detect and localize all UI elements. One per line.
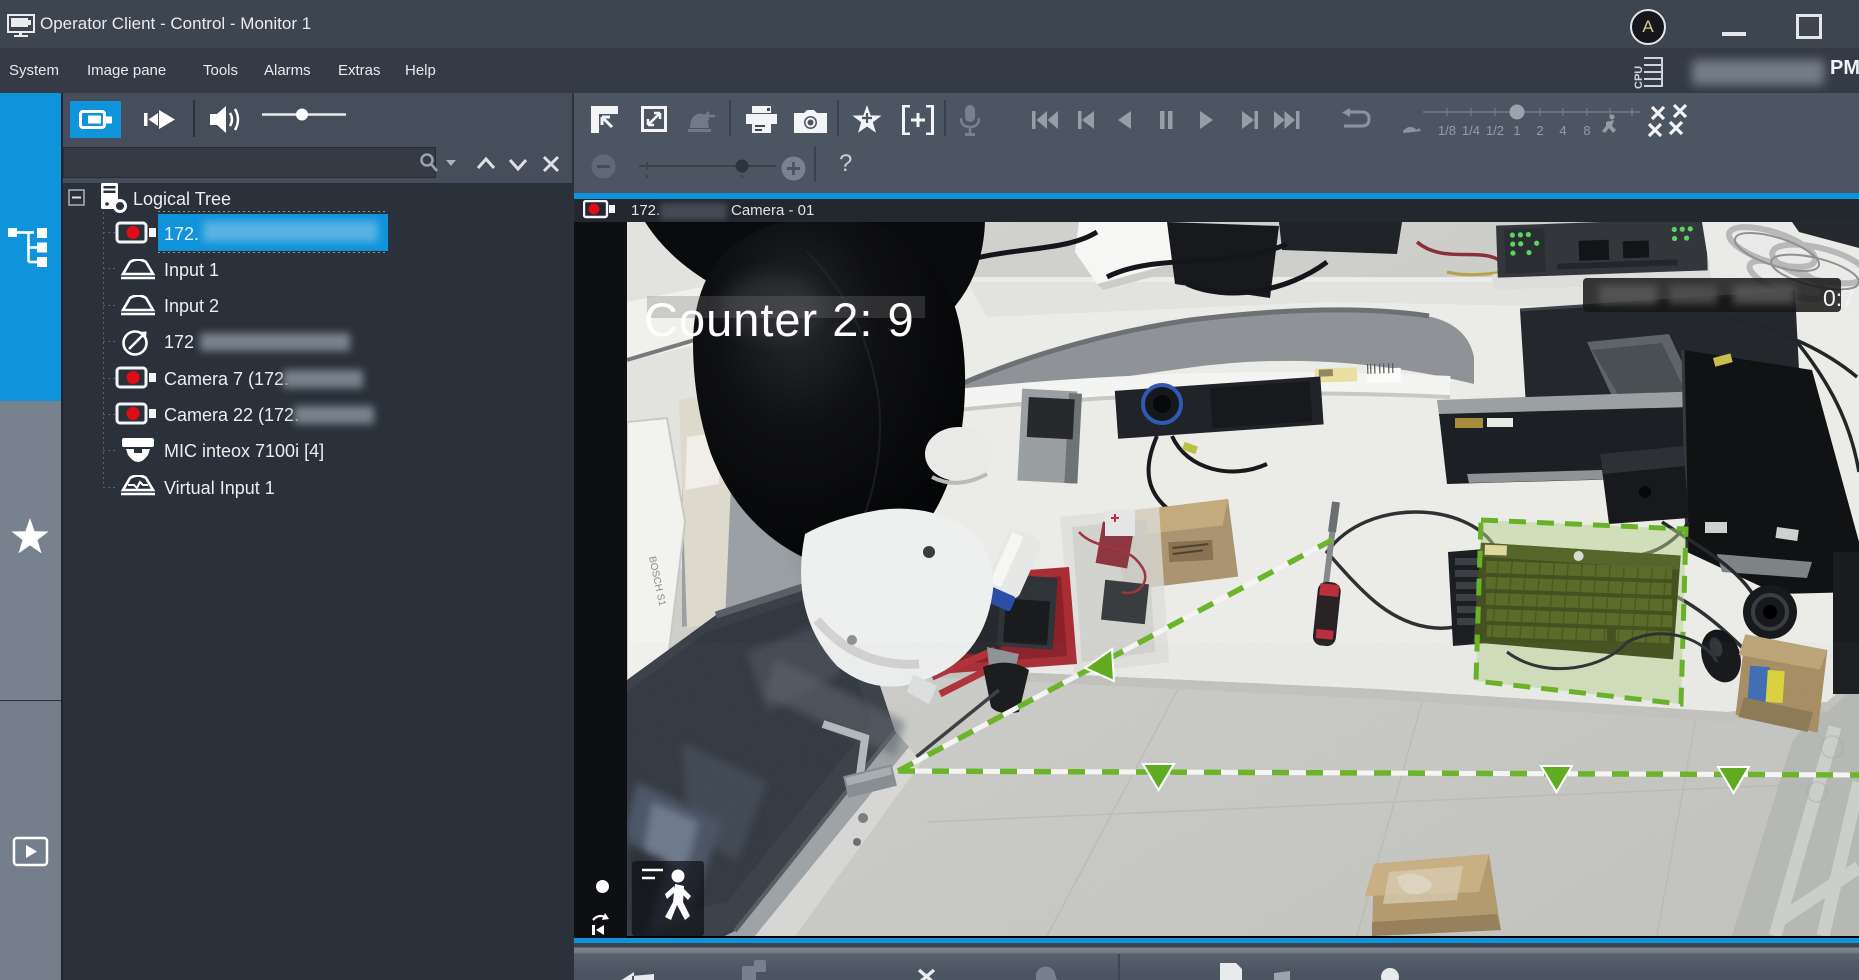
svg-text:0:7: 0:7 <box>1823 285 1855 311</box>
svg-text:4: 4 <box>1559 123 1566 138</box>
svg-text:1/4: 1/4 <box>1462 123 1480 138</box>
svg-text:CPU: CPU <box>1633 66 1645 89</box>
svg-text:1: 1 <box>1513 123 1520 138</box>
svg-text:Counter 2: 9: Counter 2: 9 <box>644 293 915 346</box>
svg-text:8: 8 <box>1583 123 1590 138</box>
svg-text:1/2: 1/2 <box>1486 123 1504 138</box>
svg-text:1/8: 1/8 <box>1438 123 1456 138</box>
svg-text:2: 2 <box>1536 123 1543 138</box>
